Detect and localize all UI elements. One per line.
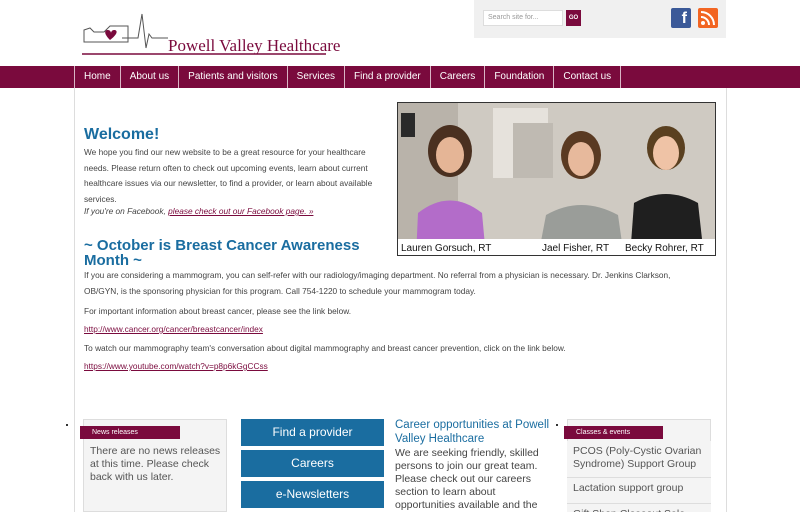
facebook-line: If you're on Facebook, please check out … <box>84 206 313 216</box>
bullet-marker <box>66 424 68 426</box>
careers-button[interactable]: Careers <box>241 450 384 477</box>
career-heading[interactable]: Career opportunities at Powell Valley He… <box>395 419 555 446</box>
nav-find-a-provider[interactable]: Find a provider <box>345 66 431 88</box>
class-list-item[interactable]: PCOS (Poly-Cystic Ovarian Syndrome) Supp… <box>567 441 711 478</box>
logo-text: Powell Valley Healthcare <box>168 36 341 55</box>
nav-about-us[interactable]: About us <box>121 66 180 88</box>
career-text: We are seeking friendly, skilled persons… <box>395 447 539 511</box>
nav-contact-us[interactable]: Contact us <box>554 66 622 88</box>
news-releases-tab: News releases <box>80 426 180 439</box>
news-releases-text: There are no news releases at this time.… <box>90 445 221 483</box>
bullet-marker <box>556 424 558 426</box>
facebook-line-prefix: If you're on Facebook, <box>84 206 169 216</box>
class-list-item[interactable]: Lactation support group <box>567 478 711 504</box>
october-paragraph: If you are considering a mammogram, you … <box>84 270 671 296</box>
photo-caption: Jael Fisher, RT <box>542 243 610 254</box>
classes-events-tab: Classes & events <box>564 426 663 439</box>
nav-home[interactable]: Home <box>75 66 121 88</box>
nav-patients-and-visitors[interactable]: Patients and visitors <box>179 66 288 88</box>
youtube-link[interactable]: https://www.youtube.com/watch?v=p8p6kGgC… <box>84 361 268 371</box>
staff-photo-image <box>398 103 715 255</box>
class-list-item[interactable]: Gift Shop Closeout Sale <box>567 504 711 512</box>
search-button[interactable]: GO <box>566 10 581 26</box>
october-paragraph: To watch our mammography team's conversa… <box>84 343 566 353</box>
welcome-heading: Welcome! <box>84 126 160 143</box>
rss-icon[interactable] <box>698 8 718 28</box>
october-heading: ~ October is Breast Cancer Awareness Mon… <box>84 237 360 269</box>
october-paragraph: For important information about breast c… <box>84 306 352 316</box>
facebook-icon[interactable]: f <box>671 8 691 28</box>
nav-services[interactable]: Services <box>288 66 346 88</box>
e-newsletters-button[interactable]: e-Newsletters <box>241 481 384 508</box>
main-nav: Home About us Patients and visitors Serv… <box>74 66 622 88</box>
cancer-org-link[interactable]: http://www.cancer.org/cancer/breastcance… <box>84 324 263 334</box>
photo-caption: Becky Rohrer, RT <box>625 243 704 254</box>
welcome-text: We hope you find our new website to be a… <box>84 147 373 204</box>
photo-caption: Lauren Gorsuch, RT <box>401 243 492 254</box>
facebook-page-link[interactable]: please check out our Facebook page. » <box>168 206 313 216</box>
search-input[interactable]: Search site for... <box>483 10 563 26</box>
nav-foundation[interactable]: Foundation <box>485 66 555 88</box>
staff-photo: Lauren Gorsuch, RT Jael Fisher, RT Becky… <box>397 102 716 256</box>
nav-careers[interactable]: Careers <box>431 66 486 88</box>
find-provider-button[interactable]: Find a provider <box>241 419 384 446</box>
site-logo[interactable]: Powell Valley Healthcare <box>82 8 340 58</box>
